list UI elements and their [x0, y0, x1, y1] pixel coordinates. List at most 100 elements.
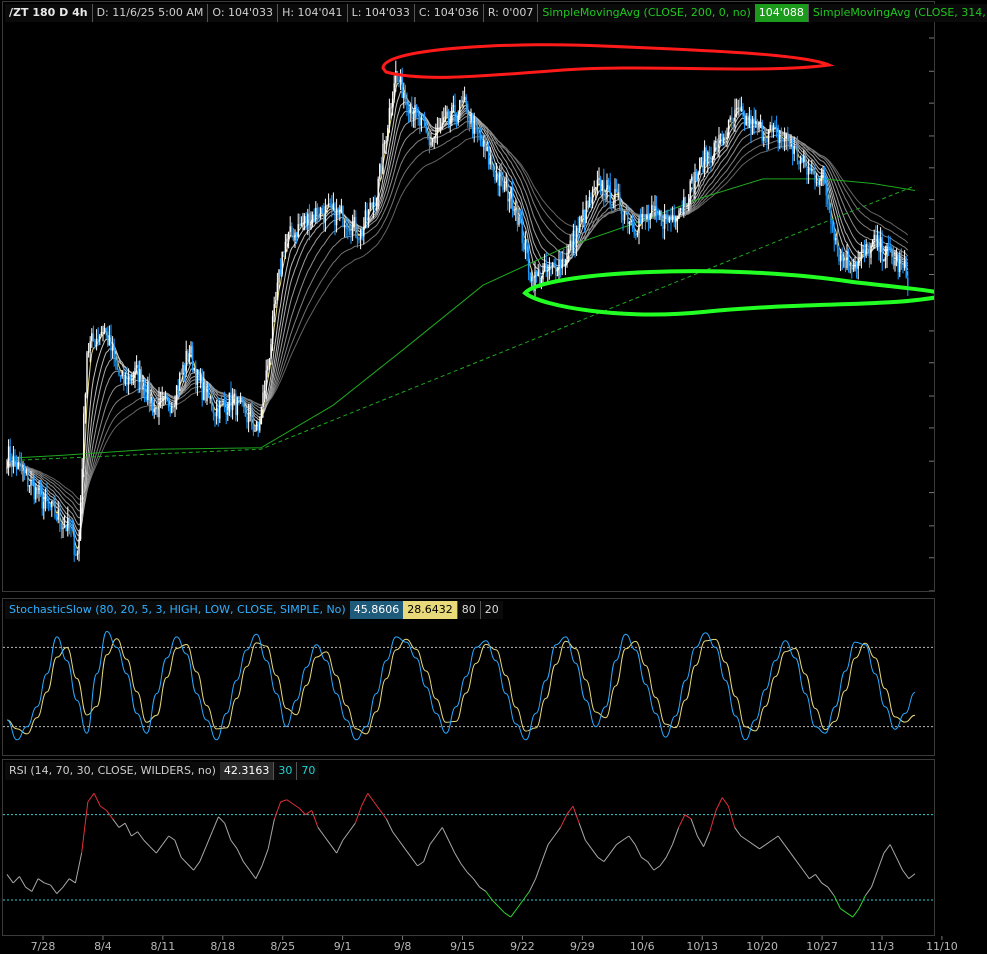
candle-down	[411, 107, 413, 119]
candle-up	[862, 249, 864, 252]
candle-down	[73, 530, 75, 555]
candle-down	[660, 211, 663, 227]
stochastic-study-label[interactable]: StochasticSlow (80, 20, 5, 3, HIGH, LOW,…	[5, 601, 350, 619]
candle-up	[595, 187, 597, 189]
sma200-study-label[interactable]: SimpleMovingAvg (CLOSE, 200, 0, no)	[537, 4, 754, 22]
candle-up	[815, 182, 818, 184]
stochastic-chart-svg[interactable]: 04060100802045.860628.6432	[3, 599, 934, 755]
rsi-pane[interactable]: RSI (14, 70, 30, CLOSE, WILDERS, no) 42.…	[2, 759, 935, 936]
candle-up	[139, 369, 141, 382]
stochastic-header: StochasticSlow (80, 20, 5, 3, HIGH, LOW,…	[5, 601, 503, 619]
candle-up	[297, 224, 299, 238]
stochastic-k-badge: 45.8606	[349, 601, 404, 619]
candle-up	[727, 119, 730, 137]
candle-up	[803, 156, 805, 163]
rsi-value-badge: 42.3163	[219, 762, 274, 780]
candle-up	[572, 230, 575, 250]
ribbon-ma-line	[6, 109, 909, 532]
candle-up	[76, 553, 79, 556]
candle-up	[580, 216, 583, 218]
candle-up	[275, 300, 277, 305]
candle-down	[823, 170, 826, 183]
rsi-line-segment	[361, 793, 369, 807]
candle-up	[811, 169, 813, 171]
candle-down	[484, 140, 487, 151]
rsi-line-segment	[560, 814, 568, 828]
candle-up	[689, 180, 691, 204]
rsi-line-segment	[833, 895, 841, 909]
rsi-chart-svg[interactable]: 40506080703042.3163	[3, 760, 934, 935]
candle-up	[636, 233, 639, 236]
candle-up	[718, 135, 720, 151]
candle-up	[470, 114, 472, 124]
candle-down	[295, 232, 298, 238]
candle-up	[249, 411, 251, 413]
candle-up	[276, 282, 279, 301]
candle-down	[905, 261, 907, 278]
candle-down	[855, 262, 858, 269]
candle-up	[513, 209, 515, 211]
candle-down	[603, 180, 605, 196]
candle-up	[561, 258, 563, 269]
candle-up	[591, 189, 594, 204]
price-pane[interactable]: /ZT 180 D 4h D: 11/6/25 5:00 AM O: 104'0…	[2, 1, 987, 592]
rsi-line-segment	[211, 816, 219, 832]
candle-up	[446, 111, 448, 117]
candle-down	[516, 208, 519, 225]
candle-down	[828, 204, 831, 211]
rsi-line-segment	[877, 852, 885, 871]
candle-up	[387, 127, 389, 141]
candle-down	[201, 376, 203, 400]
rsi-line-segment	[516, 899, 524, 909]
candle-up	[870, 244, 872, 258]
rsi-line-segment	[889, 844, 897, 858]
rsi-line-segment	[609, 844, 617, 854]
rsi-line-segment	[323, 835, 331, 845]
candle-up	[439, 126, 442, 128]
rsi-line-segment	[454, 852, 462, 864]
candle-up	[363, 227, 365, 237]
candle-up	[339, 209, 341, 213]
candle-up	[219, 401, 221, 419]
candle-down	[479, 133, 482, 142]
candle-down	[345, 225, 347, 229]
candle-down	[673, 215, 675, 223]
candle-down	[180, 373, 183, 375]
candle-down	[627, 212, 629, 225]
candle-up	[843, 259, 845, 261]
rsi-line-segment	[547, 835, 555, 845]
candle-down	[9, 446, 11, 462]
symbol-label[interactable]: /ZT 180 D 4h	[5, 4, 92, 22]
candle-up	[575, 227, 578, 247]
rsi-line-segment	[292, 803, 300, 809]
candle-up	[495, 174, 498, 181]
candle-down	[308, 213, 311, 230]
rsi-header: RSI (14, 70, 30, CLOSE, WILDERS, no) 42.…	[5, 762, 320, 780]
rsi-line-segment	[622, 835, 630, 841]
rsi-line-segment	[255, 865, 263, 879]
sma314-study-label[interactable]: SimpleMovingAvg (CLOSE, 314, 0, no)	[807, 4, 987, 22]
candle-up	[153, 408, 155, 413]
candle-up	[124, 375, 127, 384]
candle-up	[369, 202, 371, 210]
candle-down	[41, 490, 43, 509]
stochastic-pane[interactable]: StochasticSlow (80, 20, 5, 3, HIGH, LOW,…	[2, 598, 935, 756]
candle-up	[457, 114, 459, 123]
candle-up	[132, 378, 135, 381]
rsi-line-segment	[329, 844, 338, 854]
price-chart-svg[interactable]: 104'200104'177104'155104'132104'110104'0…	[3, 2, 934, 591]
rsi-line-segment	[684, 814, 692, 820]
candle-up	[763, 136, 765, 141]
candle-up	[91, 333, 93, 342]
candle-up	[623, 212, 626, 221]
candle-down	[207, 385, 210, 398]
candle-down	[167, 397, 170, 408]
candle-down	[468, 121, 471, 124]
candle-up	[462, 100, 464, 103]
candle-down	[539, 271, 541, 285]
rsi-line-segment	[6, 874, 14, 884]
rsi-line-segment	[131, 831, 138, 837]
candle-down	[223, 400, 226, 405]
rsi-study-label[interactable]: RSI (14, 70, 30, CLOSE, WILDERS, no)	[5, 762, 220, 780]
rsi-line-segment	[286, 799, 294, 805]
